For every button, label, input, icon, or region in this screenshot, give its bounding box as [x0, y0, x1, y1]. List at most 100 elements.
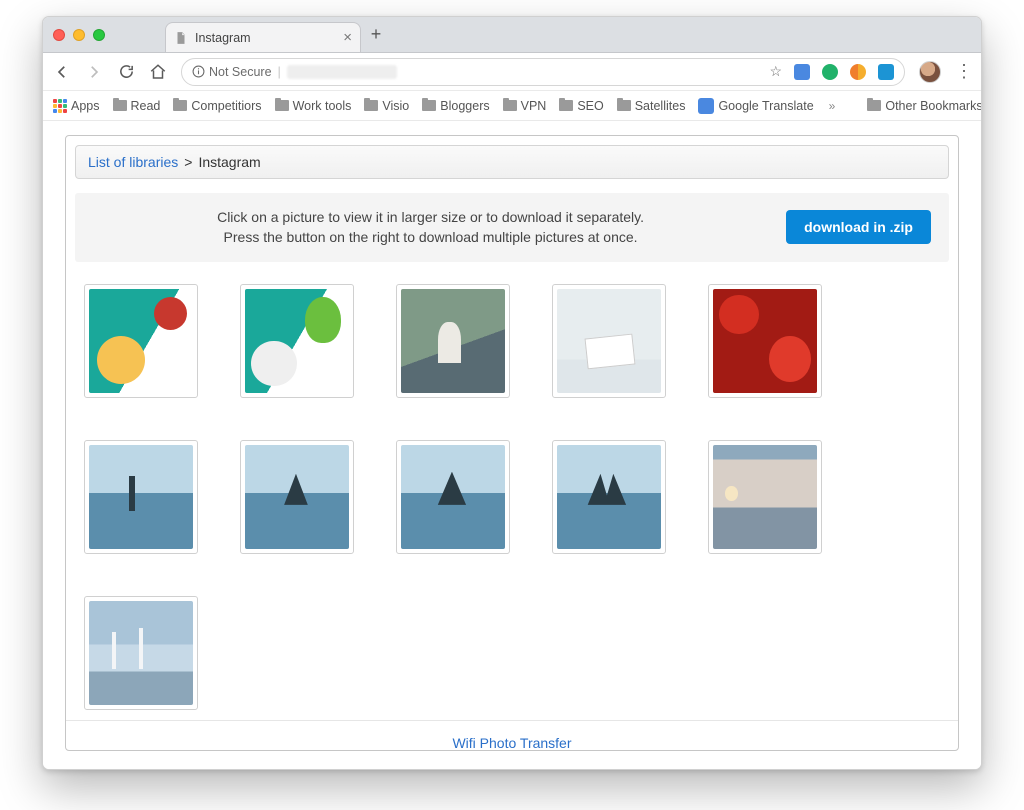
insecure-label: Not Secure: [209, 65, 272, 79]
thumbnail-paddleboard-yoga-2[interactable]: [396, 440, 510, 554]
content-panel: List of libraries > Instagram Click on a…: [65, 135, 959, 751]
thumbnail-image: [713, 445, 817, 549]
address-bar[interactable]: Not Secure | ☆: [181, 58, 905, 86]
thumbnail-image: [401, 289, 505, 393]
bookmarks-bar: Apps Read Competitiors Work tools Visio …: [43, 91, 981, 121]
close-tab-button[interactable]: ×: [343, 29, 352, 46]
folder-icon: [113, 100, 127, 111]
bookmark-label: SEO: [577, 99, 603, 113]
bookmark-seo[interactable]: SEO: [559, 99, 603, 113]
thumbnail-magazine-lap[interactable]: [552, 284, 666, 398]
extension-translate-icon[interactable]: [794, 64, 810, 80]
tab-strip: Instagram × +: [43, 17, 981, 53]
extension-grammarly-icon[interactable]: [822, 64, 838, 80]
folder-icon: [422, 100, 436, 111]
bookmark-label: Competitiors: [191, 99, 261, 113]
folder-icon: [275, 100, 289, 111]
thumbnail-image: [245, 289, 349, 393]
toolbar: Not Secure | ☆ ⋮: [43, 53, 981, 91]
breadcrumb-separator: >: [184, 154, 192, 170]
bookmark-visio[interactable]: Visio: [364, 99, 409, 113]
thumbnail-image: [557, 289, 661, 393]
url-blurred: [287, 65, 397, 79]
folder-icon: [867, 100, 881, 111]
page-content: List of libraries > Instagram Click on a…: [43, 121, 981, 769]
bookmark-google-translate[interactable]: Google Translate: [698, 98, 813, 114]
page-icon: [174, 31, 188, 45]
apps-icon: [53, 99, 67, 113]
extension-similarweb-icon[interactable]: [850, 64, 866, 80]
footer: Wifi Photo Transfer: [66, 721, 958, 767]
folder-icon: [173, 100, 187, 111]
other-bookmarks[interactable]: Other Bookmarks: [867, 99, 981, 113]
thumbnail-food-flatlay-1[interactable]: [84, 284, 198, 398]
thumbnail-harbor-boats[interactable]: [84, 596, 198, 710]
browser-tab[interactable]: Instagram ×: [165, 22, 361, 52]
thumbnail-sea-sunset[interactable]: [708, 440, 822, 554]
bookmark-satellites[interactable]: Satellites: [617, 99, 686, 113]
bookmark-label: Read: [131, 99, 161, 113]
bookmark-work-tools[interactable]: Work tools: [275, 99, 352, 113]
bookmark-label: Google Translate: [718, 99, 813, 113]
instruction-line-2: Press the button on the right to downloa…: [93, 227, 768, 247]
breadcrumb-current: Instagram: [198, 154, 260, 170]
breadcrumb-root-link[interactable]: List of libraries: [88, 154, 178, 170]
window-controls: [53, 29, 105, 41]
bookmark-label: Work tools: [293, 99, 352, 113]
omnibox-icons: ☆: [769, 63, 894, 80]
thumbnail-paddleboard-standing[interactable]: [84, 440, 198, 554]
download-zip-button[interactable]: download in .zip: [786, 210, 931, 244]
bookmark-label: Bloggers: [440, 99, 489, 113]
folder-icon: [503, 100, 517, 111]
reload-button[interactable]: [117, 63, 135, 81]
bookmark-read[interactable]: Read: [113, 99, 161, 113]
thumbnail-paddleboard-yoga-1[interactable]: [240, 440, 354, 554]
thumbnail-food-flatlay-2[interactable]: [240, 284, 354, 398]
new-tab-button[interactable]: +: [361, 24, 385, 45]
instruction-line-1: Click on a picture to view it in larger …: [93, 207, 768, 227]
home-button[interactable]: [149, 63, 167, 81]
footer-link[interactable]: Wifi Photo Transfer: [452, 735, 571, 751]
thumbnail-red-flowers[interactable]: [708, 284, 822, 398]
bookmark-star-icon[interactable]: ☆: [769, 63, 782, 80]
bookmark-label: Satellites: [635, 99, 686, 113]
bookmark-vpn[interactable]: VPN: [503, 99, 547, 113]
bookmark-bloggers[interactable]: Bloggers: [422, 99, 489, 113]
breadcrumb: List of libraries > Instagram: [75, 145, 949, 179]
bookmark-label: VPN: [521, 99, 547, 113]
profile-avatar[interactable]: [919, 61, 941, 83]
bookmark-label: Other Bookmarks: [885, 99, 981, 113]
back-button[interactable]: [53, 63, 71, 81]
thumbnail-image: [557, 445, 661, 549]
browser-menu-button[interactable]: ⋮: [955, 61, 971, 82]
thumbnail-image: [401, 445, 505, 549]
close-window-button[interactable]: [53, 29, 65, 41]
instruction-text: Click on a picture to view it in larger …: [93, 207, 768, 248]
instruction-banner: Click on a picture to view it in larger …: [75, 193, 949, 262]
info-icon: [192, 65, 205, 78]
minimize-window-button[interactable]: [73, 29, 85, 41]
tab-title: Instagram: [195, 31, 336, 45]
bookmark-label: Visio: [382, 99, 409, 113]
forward-button[interactable]: [85, 63, 103, 81]
bookmarks-overflow-button[interactable]: »: [827, 99, 838, 113]
thumbnail-grid: [66, 262, 958, 721]
bookmark-label: Apps: [71, 99, 100, 113]
folder-icon: [364, 100, 378, 111]
bookmark-apps[interactable]: Apps: [53, 99, 100, 113]
thumbnail-paddleboard-pair[interactable]: [552, 440, 666, 554]
thumbnail-mural-portrait[interactable]: [396, 284, 510, 398]
extension-icon[interactable]: [878, 64, 894, 80]
browser-window: Instagram × + Not Secure | ☆: [42, 16, 982, 770]
thumbnail-image: [89, 601, 193, 705]
maximize-window-button[interactable]: [93, 29, 105, 41]
thumbnail-image: [89, 445, 193, 549]
bookmark-competitors[interactable]: Competitiors: [173, 99, 261, 113]
security-status: Not Secure: [192, 65, 272, 79]
thumbnail-image: [713, 289, 817, 393]
folder-icon: [617, 100, 631, 111]
thumbnail-image: [245, 445, 349, 549]
thumbnail-image: [89, 289, 193, 393]
translate-icon: [698, 98, 714, 114]
folder-icon: [559, 100, 573, 111]
